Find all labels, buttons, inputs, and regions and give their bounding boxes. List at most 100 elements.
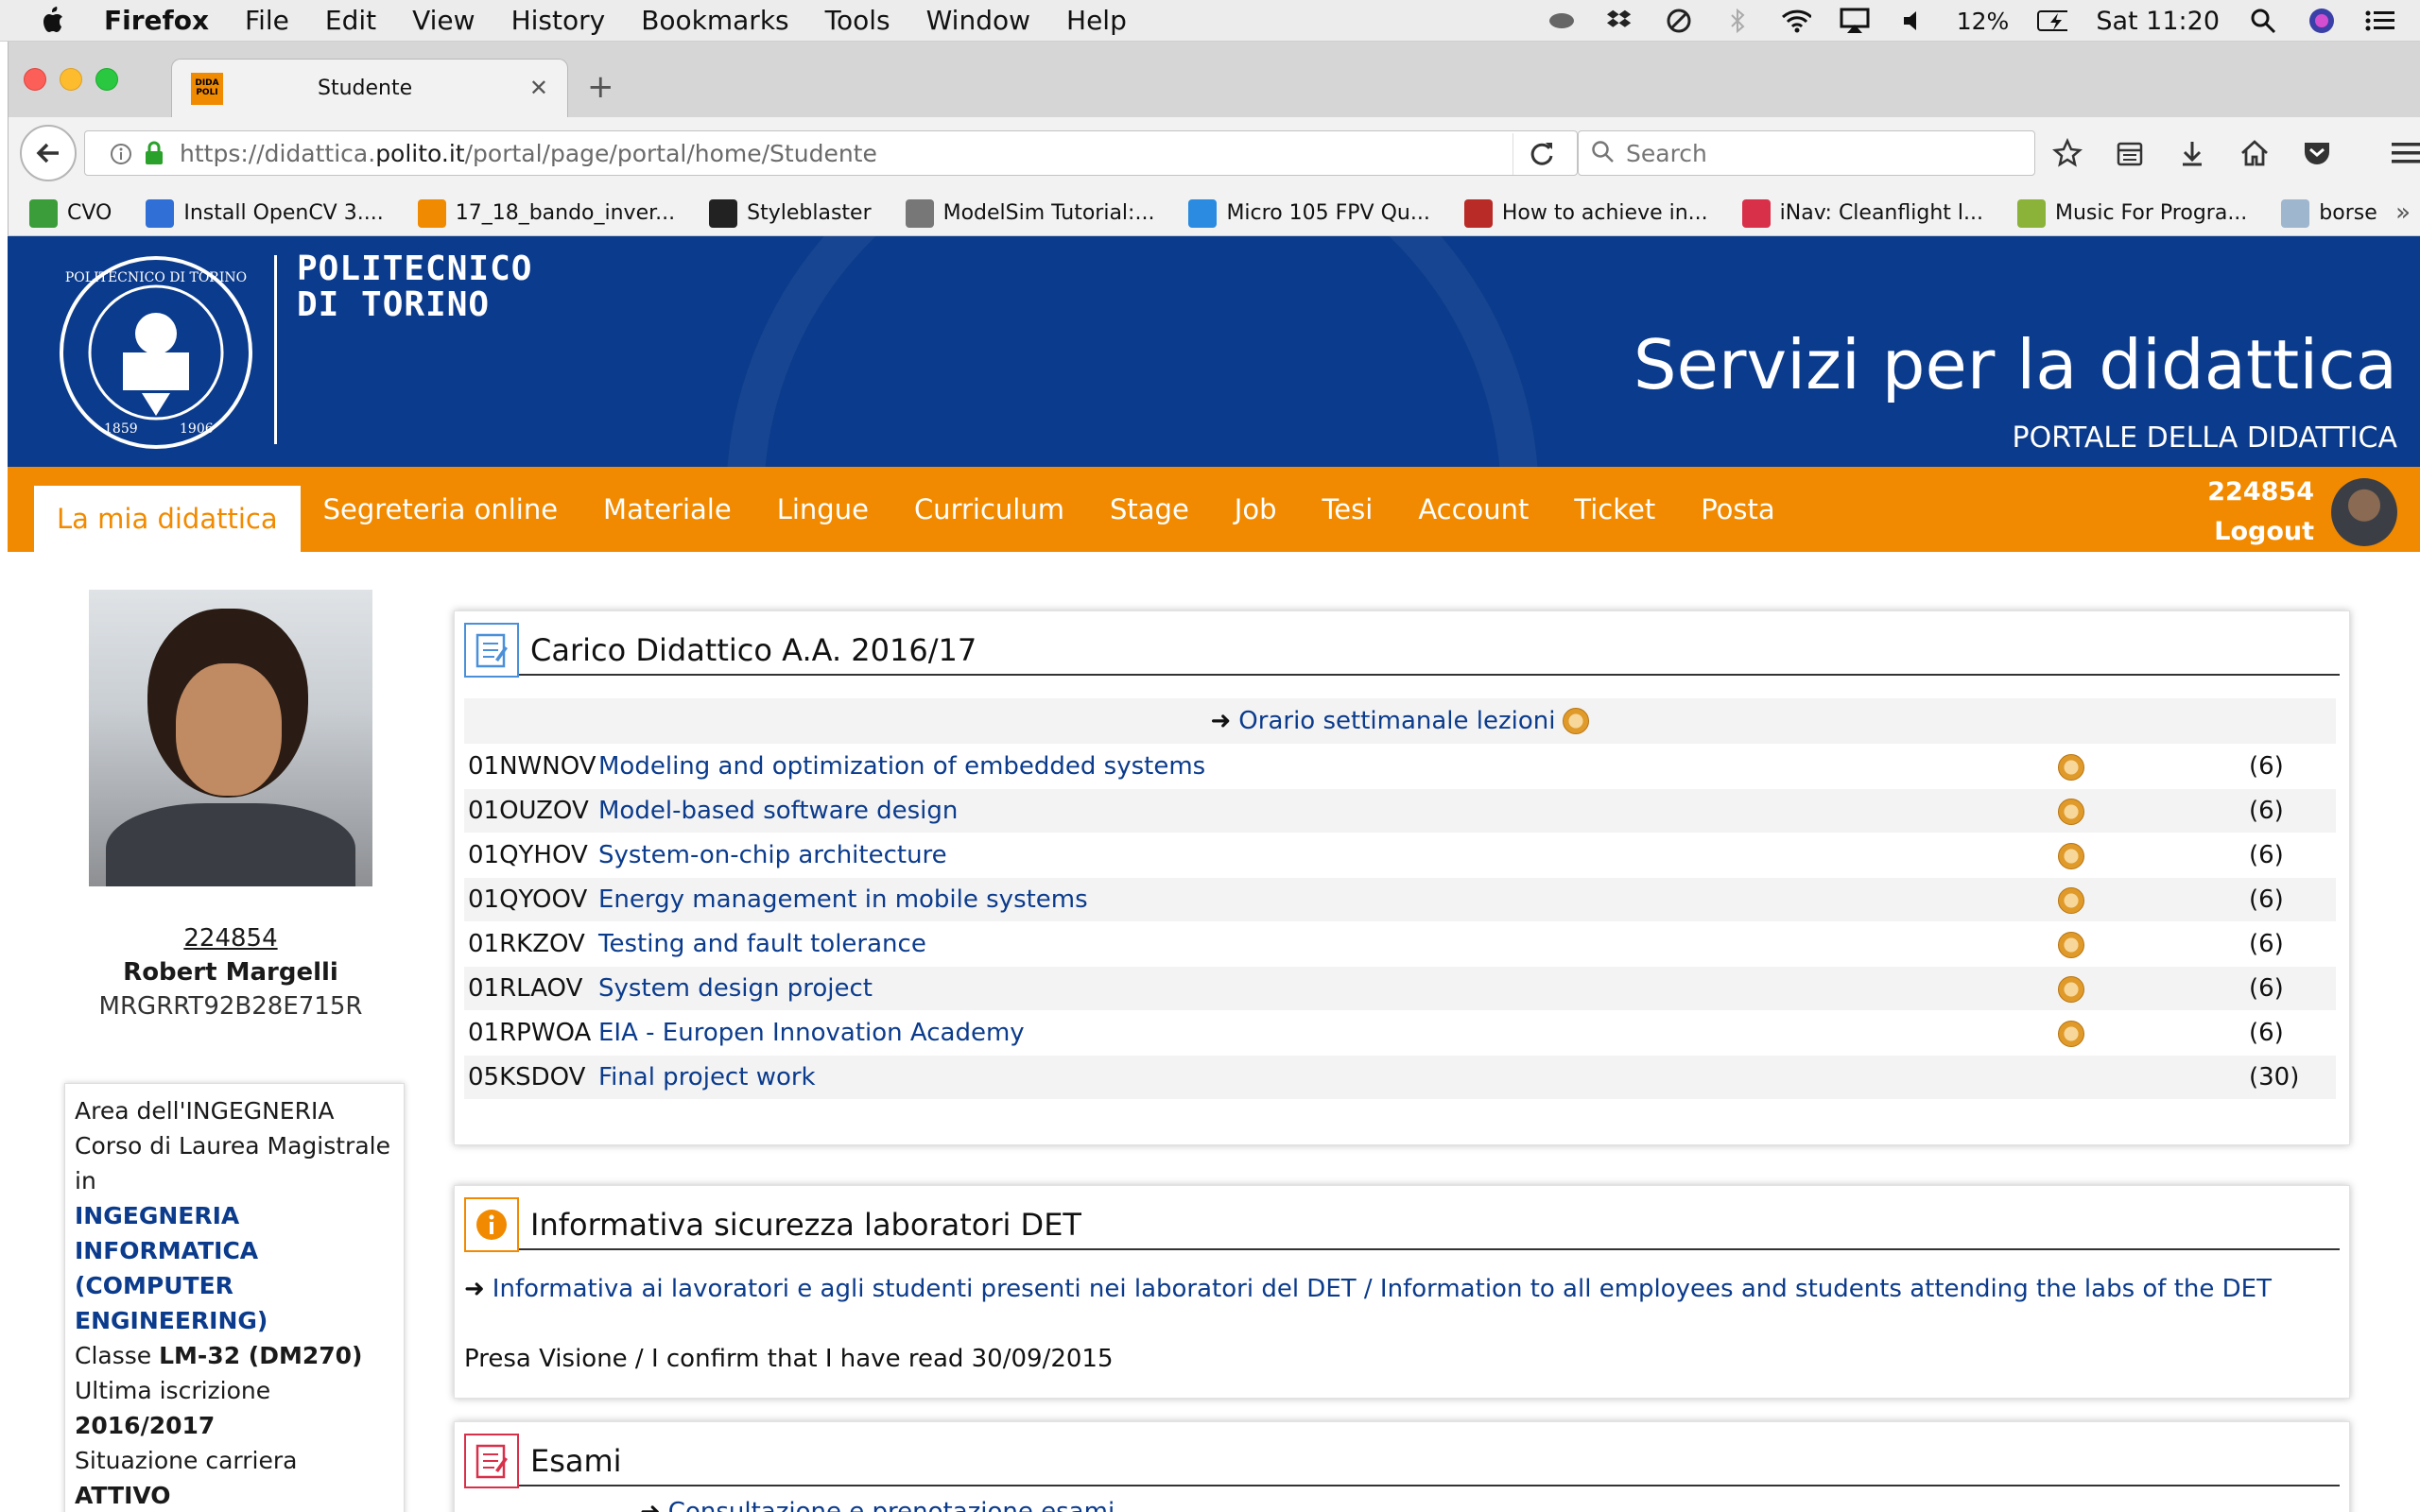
course-name-link[interactable]: Model-based software design [598,797,958,825]
menu-file[interactable]: File [245,5,289,36]
nav-item-posta[interactable]: Posta [1678,467,1797,552]
course-code: 01QYOOV [468,885,588,914]
nav-item-job[interactable]: Job [1212,467,1300,552]
volume-icon[interactable] [1898,6,1928,36]
bookmarks-overflow-icon[interactable]: » [2395,198,2411,227]
course-name-link[interactable]: System-on-chip architecture [598,841,947,869]
logout-link[interactable]: Logout [2207,512,2314,552]
nav-item-lingue[interactable]: Lingue [754,467,891,552]
bookmark-item[interactable]: ModelSim Tutorial:... [905,198,1154,228]
reload-button[interactable] [1512,133,1569,175]
course-table: ➜ Orario settimanale lezioni 01NWNOV Mode… [464,698,2336,1099]
nav-item-curriculum[interactable]: Curriculum [891,467,1087,552]
bookmark-item[interactable]: CVO [29,198,112,228]
course-name-link[interactable]: Final project work [598,1063,816,1091]
bookmark-item[interactable]: iNav: Cleanflight l... [1741,198,1983,228]
course-credits: (30) [2249,1063,2300,1091]
do-not-disturb-icon[interactable] [1664,6,1694,36]
url-bar[interactable]: https://didattica.polito.it/portal/page/… [84,130,1578,176]
nav-item-la-mia-didattica[interactable]: La mia didattica [34,486,301,552]
window-minimize-button[interactable] [60,68,82,91]
menu-app-name[interactable]: Firefox [104,5,209,36]
url-text[interactable]: https://didattica.polito.it/portal/page/… [180,140,877,167]
clock-icon[interactable] [2058,932,2084,958]
course-row: 01QYOOV Energy management in mobile syste… [464,877,2336,921]
airplay-icon[interactable] [1840,6,1870,36]
course-name-link[interactable]: System design project [598,974,873,1003]
search-bar[interactable] [1578,130,2035,176]
sicurezza-link[interactable]: Informativa ai lavoratori e agli student… [493,1275,2272,1303]
menu-window[interactable]: Window [926,5,1030,36]
course-code: 01OUZOV [468,797,589,825]
wifi-icon[interactable] [1781,6,1811,36]
arrow-icon: ➜ [464,1275,485,1303]
bookmark-item[interactable]: Install OpenCV 3.... [146,198,384,228]
reading-list-icon[interactable] [2113,130,2147,176]
nav-item-ticket[interactable]: Ticket [1551,467,1678,552]
class-row: Classe LM-32 (DM270) [75,1342,363,1369]
menubar-clock[interactable]: Sat 11:20 [2096,7,2220,36]
apple-icon[interactable] [38,5,70,37]
clock-icon[interactable] [2058,887,2084,914]
menu-help[interactable]: Help [1066,5,1127,36]
consultazione-esami-link[interactable]: Consultazione e prenotazione esami [668,1498,1115,1512]
course-name-link[interactable]: Modeling and optimization of embedded sy… [598,752,1205,781]
tab-studente[interactable]: DIDA POLI Studente ✕ [171,59,568,117]
clock-icon[interactable] [2058,843,2084,869]
bookmark-label: Styleblaster [747,201,872,225]
avatar[interactable] [2331,478,2397,546]
bookmark-item[interactable]: Music For Progra... [2016,198,2247,228]
nav-item-segreteria-online[interactable]: Segreteria online [301,467,580,552]
cvo-icon [29,198,58,228]
gear-icon [905,198,934,228]
student-id-link[interactable]: 224854 [89,924,372,953]
notification-center-icon[interactable] [2365,6,2395,36]
info-icon[interactable] [110,143,132,169]
course-row: 01RLAOV System design project (6) [464,966,2336,1010]
menu-edit[interactable]: Edit [325,5,376,36]
nav-item-stage[interactable]: Stage [1087,467,1212,552]
tab-close-icon[interactable]: ✕ [529,75,548,101]
nav-item-account[interactable]: Account [1395,467,1551,552]
dropbox-icon[interactable] [1605,6,1635,36]
clock-icon[interactable] [1563,708,1590,734]
bookmark-item[interactable]: How to achieve in... [1463,198,1708,228]
clock-icon[interactable] [2058,799,2084,825]
search-input[interactable] [1626,139,2004,167]
cloud-icon[interactable] [1547,6,1577,36]
nav-item-tesi[interactable]: Tesi [1300,467,1396,552]
bookmark-item[interactable]: Micro 105 FPV Qu... [1188,198,1430,228]
hamburger-menu-icon[interactable] [2389,130,2420,176]
bookmark-label: 17_18_bando_inver... [455,201,676,225]
spotlight-search-icon[interactable] [2248,6,2278,36]
orario-link[interactable]: Orario settimanale lezioni [1238,707,1555,735]
bookmark-item[interactable]: Styleblaster [709,198,872,228]
bookmark-item[interactable]: 17_18_bando_inver... [417,198,676,228]
bookmark-star-icon[interactable] [2050,130,2084,176]
window-zoom-button[interactable] [95,68,118,91]
menu-tools[interactable]: Tools [825,5,890,36]
clock-icon[interactable] [2058,976,2084,1003]
university-name[interactable]: POLITECNICO DI TORINO [297,251,532,323]
course-name-link[interactable]: Testing and fault tolerance [598,930,926,958]
course-name-link[interactable]: Energy management in mobile systems [598,885,1088,914]
menu-bookmarks[interactable]: Bookmarks [641,5,788,36]
pocket-icon[interactable] [2300,130,2334,176]
new-tab-icon[interactable]: + [587,68,614,106]
menu-history[interactable]: History [511,5,606,36]
back-button[interactable] [20,125,77,181]
menu-view[interactable]: View [412,5,475,36]
siri-icon[interactable] [2307,6,2337,36]
clock-icon[interactable] [2058,1021,2084,1047]
window-close-button[interactable] [24,68,46,91]
course-name-link[interactable]: EIA - Europen Innovation Academy [598,1019,1025,1047]
lock-icon[interactable] [144,141,164,169]
download-icon[interactable] [2175,130,2209,176]
clock-icon[interactable] [2058,754,2084,781]
dida-icon [417,198,446,228]
nav-item-materiale[interactable]: Materiale [580,467,754,552]
bluetooth-icon[interactable] [1722,6,1753,36]
home-icon[interactable] [2238,130,2272,176]
bookmark-item[interactable]: borse [2281,198,2377,228]
battery-icon[interactable] [2037,6,2068,36]
